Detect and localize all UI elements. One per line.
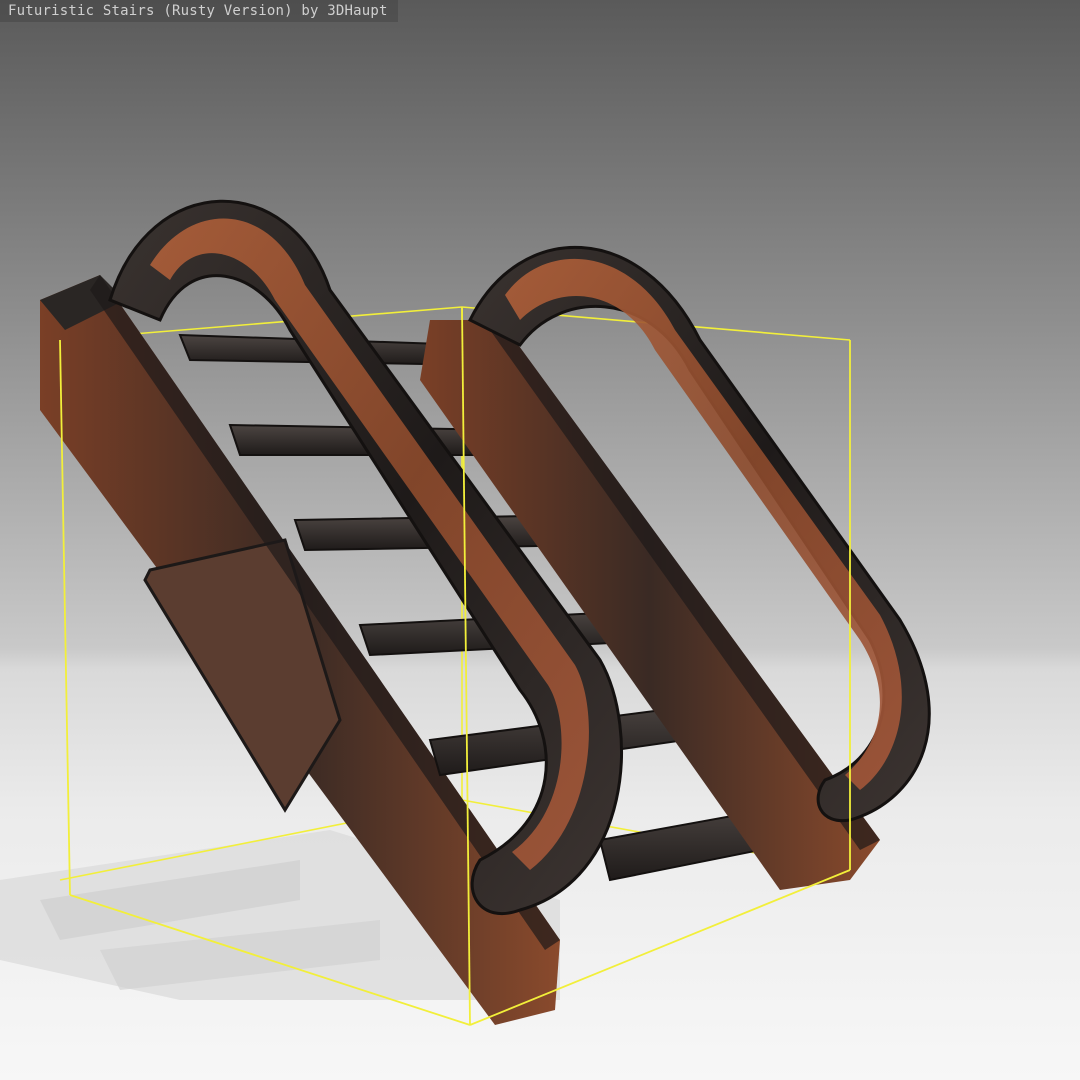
3d-viewport[interactable]: Futuristic Stairs (Rusty Version) by 3DH…: [0, 0, 1080, 1080]
viewer-title: Futuristic Stairs (Rusty Version) by 3DH…: [0, 0, 398, 22]
scene-render: [0, 199, 931, 1026]
